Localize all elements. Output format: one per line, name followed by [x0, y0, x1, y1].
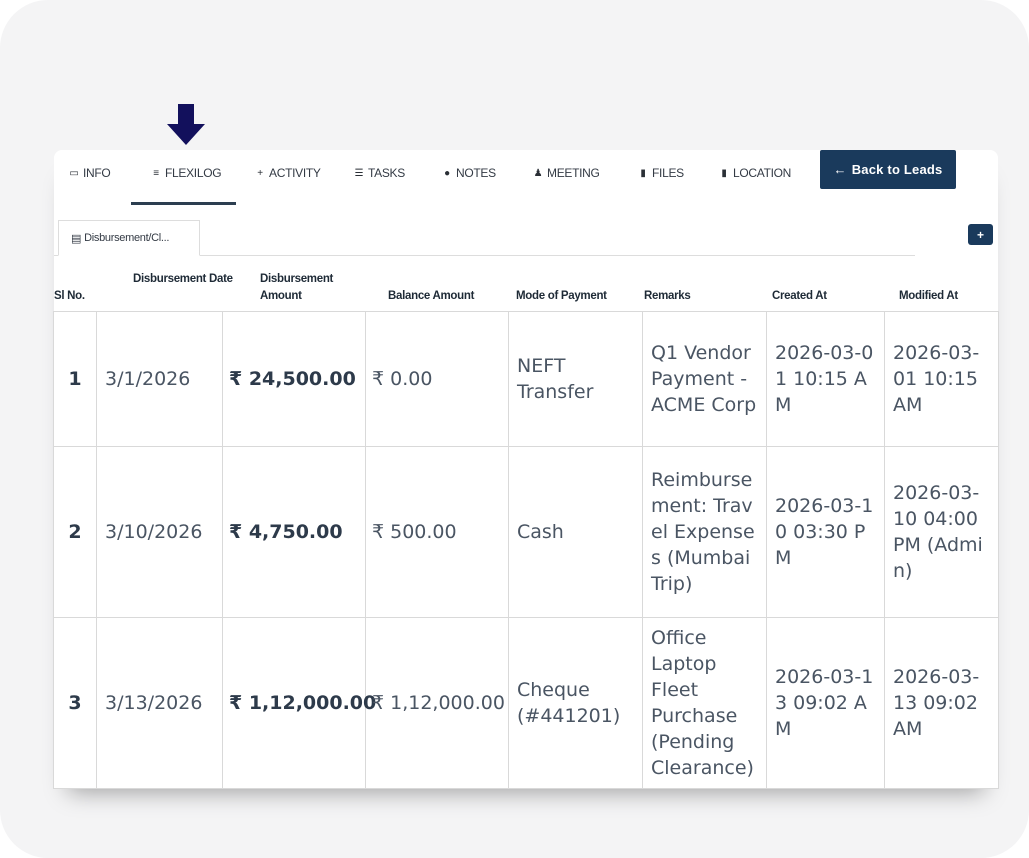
cell-amount: ₹ 4,750.00: [222, 446, 366, 618]
tab-meeting[interactable]: ♟ MEETING: [532, 162, 600, 184]
subtab-disbursement[interactable]: ▤ Disbursement/Cl...: [58, 220, 200, 256]
cell-modified-at: 2026-03-10 04:00 PM (Admin): [884, 446, 999, 618]
screenshot-frame: ▭ INFO ≡ FLEXILOG + ACTIVITY ☰ TASKS ● N…: [0, 0, 1029, 858]
tab-label: MEETING: [547, 166, 600, 180]
cell-created-at: 2026-03-13 09:02 AM: [766, 617, 885, 789]
file-icon: ▮: [721, 167, 727, 179]
id-card-icon: ▭: [69, 167, 79, 179]
pointer-arrow-icon: [167, 104, 205, 145]
tab-files[interactable]: ▮ FILES: [637, 162, 684, 184]
table-row[interactable]: 3 3/13/2026 ₹ 1,12,000.00 ₹ 1,12,000.00 …: [53, 617, 999, 789]
tab-label: INFO: [83, 166, 111, 180]
file-icon: ▮: [640, 167, 646, 179]
cell-mode: Cheque (#441201): [508, 617, 643, 789]
tab-activity[interactable]: + ACTIVITY: [254, 162, 321, 184]
tab-tasks[interactable]: ☰ TASKS: [353, 162, 406, 184]
comments-icon: ●: [444, 167, 450, 179]
disbursement-table: 1 3/1/2026 ₹ 24,500.00 ₹ 0.00 NEFT Trans…: [53, 311, 999, 789]
column-header-mode-of-payment[interactable]: Mode of Payment: [516, 288, 607, 305]
tab-label: LOCATION: [733, 166, 792, 180]
active-tab-indicator: [131, 202, 236, 205]
cell-modified-at: 2026-03-13 09:02 AM: [884, 617, 999, 789]
tab-flexilog[interactable]: ≡ FLEXILOG: [150, 162, 221, 184]
add-entry-button[interactable]: +: [968, 224, 993, 245]
cell-remarks: Q1 Vendor Payment - ACME Corp: [642, 311, 767, 447]
tab-bar: ▭ INFO ≡ FLEXILOG + ACTIVITY ☰ TASKS ● N…: [54, 150, 998, 206]
cell-modified-at: 2026-03-01 10:15 AM: [884, 311, 999, 447]
column-header-modified-at[interactable]: Modified At: [899, 288, 958, 305]
plus-icon: +: [257, 167, 263, 179]
cell-balance: ₹ 500.00: [365, 446, 509, 618]
file-text-icon: ▤: [71, 232, 82, 245]
arrow-left-icon: ←: [833, 162, 847, 177]
column-header-created-at[interactable]: Created At: [772, 288, 827, 305]
column-header-sl-no[interactable]: Sl No.: [54, 288, 85, 305]
table-row[interactable]: 2 3/10/2026 ₹ 4,750.00 ₹ 500.00 Cash Rei…: [53, 446, 999, 618]
tab-label: ACTIVITY: [269, 166, 321, 180]
tab-label: FILES: [652, 166, 684, 180]
cell-created-at: 2026-03-10 03:30 PM: [766, 446, 885, 618]
subtab-label: Disbursement/Cl...: [84, 232, 170, 244]
cell-created-at: 2026-03-01 10:15 AM: [766, 311, 885, 447]
cell-balance: ₹ 0.00: [365, 311, 509, 447]
tasks-icon: ☰: [354, 167, 364, 179]
back-button-label: Back to Leads: [851, 162, 943, 177]
tab-label: FLEXILOG: [165, 166, 222, 180]
lead-detail-panel: ▭ INFO ≡ FLEXILOG + ACTIVITY ☰ TASKS ● N…: [53, 150, 999, 789]
column-header-balance-amount[interactable]: Balance Amount: [388, 288, 474, 305]
cell-remarks: Office Laptop Fleet Purchase (Pending Cl…: [642, 617, 767, 789]
column-header-remarks[interactable]: Remarks: [644, 288, 691, 305]
cell-balance: ₹ 1,12,000.00: [365, 617, 509, 789]
tab-location[interactable]: ▮ LOCATION: [718, 162, 791, 184]
tab-label: NOTES: [456, 166, 496, 180]
tab-info[interactable]: ▭ INFO: [68, 162, 110, 184]
table-row[interactable]: 1 3/1/2026 ₹ 24,500.00 ₹ 0.00 NEFT Trans…: [53, 311, 999, 447]
cell-sl-no: 3: [53, 617, 97, 789]
cell-sl-no: 2: [53, 446, 97, 618]
cell-date: 3/13/2026: [96, 617, 223, 789]
cell-remarks: Reimbursement: Travel Expenses (Mumbai T…: [642, 446, 767, 618]
column-header-disbursement-date[interactable]: Disbursement Date: [133, 271, 233, 288]
users-icon: ♟: [533, 167, 543, 179]
cell-mode: Cash: [508, 446, 643, 618]
back-to-leads-button[interactable]: ← Back to Leads: [820, 150, 956, 189]
cell-amount: ₹ 24,500.00: [222, 311, 366, 447]
column-header-disbursement-amount[interactable]: Disbursement Amount: [260, 271, 360, 305]
cell-sl-no: 1: [53, 311, 97, 447]
tab-notes[interactable]: ● NOTES: [441, 162, 496, 184]
cell-date: 3/1/2026: [96, 311, 223, 447]
database-icon: ≡: [153, 167, 159, 179]
tab-label: TASKS: [368, 166, 405, 180]
cell-amount: ₹ 1,12,000.00: [222, 617, 376, 789]
cell-date: 3/10/2026: [96, 446, 223, 618]
table-header: Sl No. Disbursement Date Disbursement Am…: [54, 268, 998, 310]
plus-icon: +: [976, 227, 984, 242]
cell-mode: NEFT Transfer: [508, 311, 643, 447]
